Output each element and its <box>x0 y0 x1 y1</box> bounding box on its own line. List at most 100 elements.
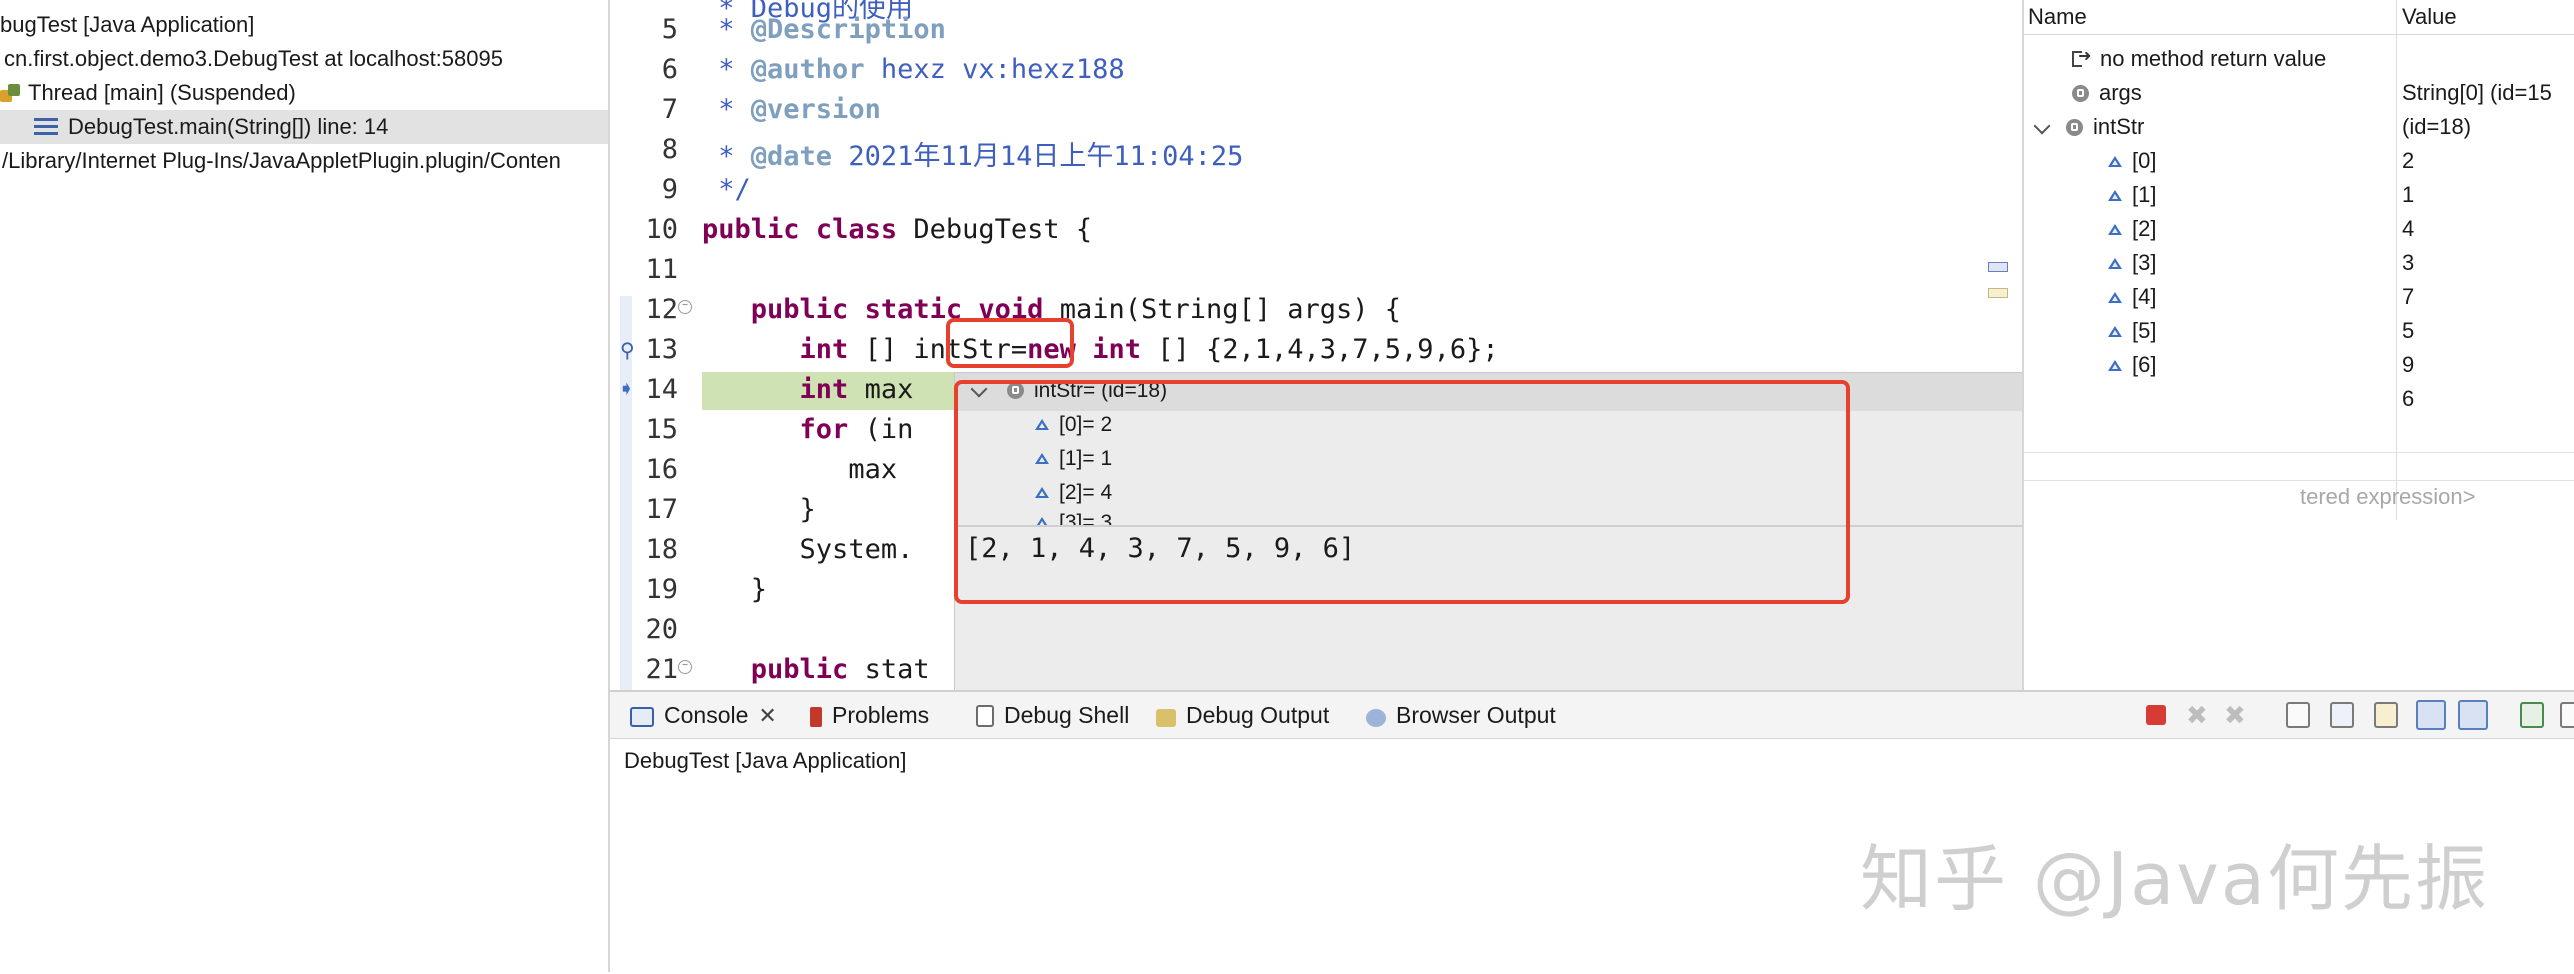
chevron-down-icon[interactable] <box>2033 117 2051 135</box>
code-line: */ <box>702 174 751 205</box>
remove-launch-button[interactable]: ✖ <box>2186 702 2212 728</box>
variable-row[interactable]: [5] <box>2108 318 2156 344</box>
code-line: * @date 2021年11月14日上午11:04:25 <box>702 141 1244 172</box>
code-line: public stat <box>750 654 930 685</box>
clear-console-button[interactable] <box>2286 702 2310 728</box>
show-console-stdout-button[interactable] <box>2416 700 2446 730</box>
close-icon[interactable]: ✕ <box>758 703 776 728</box>
code-line: System. <box>799 534 914 565</box>
line-number: 9 <box>661 174 678 205</box>
variable-value: (id=18) <box>2402 114 2472 139</box>
code-line: * @Description <box>702 14 946 45</box>
variable-row[interactable]: [1] <box>2108 182 2156 208</box>
terminate-button[interactable] <box>2146 705 2166 725</box>
line-number: 10 <box>645 214 678 245</box>
code-line: public class DebugTest { <box>702 214 1093 245</box>
launch-item[interactable]: bugTest [Java Application] <box>0 8 254 42</box>
debug-view: bugTest [Java Application] cn.first.obje… <box>0 0 610 972</box>
stack-frame-item[interactable]: DebugTest.main(String[]) line: 14 <box>0 110 608 144</box>
tab-debug-output[interactable]: Debug Output <box>1156 692 1329 738</box>
name-column-header[interactable]: Name <box>2028 4 2087 30</box>
line-number: 16 <box>645 454 678 485</box>
code-line: } <box>750 574 768 605</box>
tab-browser-output[interactable]: Browser Output <box>1366 692 1556 738</box>
line-number: 17 <box>645 494 678 525</box>
instruction-pointer-icon: ➧ <box>618 378 635 400</box>
code-line: for (in <box>799 414 914 445</box>
line-number: 11 <box>645 254 678 285</box>
variable-row[interactable]: [4] <box>2108 284 2156 310</box>
watch-point-icon: ⚲ <box>620 340 635 362</box>
code-line: * @version <box>702 94 881 125</box>
line-number: 7 <box>661 94 678 125</box>
variable-row[interactable]: args <box>2072 80 2142 106</box>
variable-value: 3 <box>2402 250 2415 275</box>
tab-problems[interactable]: Problems <box>810 692 929 738</box>
variable-row[interactable]: [0] <box>2108 148 2156 174</box>
return-value-icon <box>2070 46 2092 69</box>
annotation-highlight <box>954 380 1850 604</box>
variable-value: 4 <box>2402 216 2415 241</box>
scroll-lock-button[interactable] <box>2330 702 2354 728</box>
line-number: 6 <box>661 54 678 85</box>
code-line: max <box>848 454 898 485</box>
code-line: int max <box>799 374 914 405</box>
local-variable-icon <box>2066 119 2083 136</box>
variable-value: 7 <box>2402 284 2415 309</box>
row-divider <box>2024 480 2574 481</box>
array-element-icon <box>2108 326 2122 337</box>
fold-icon[interactable]: − <box>678 300 692 314</box>
line-number: 5 <box>661 14 678 45</box>
debug-output-icon <box>1156 709 1176 727</box>
variable-row[interactable]: no method return value <box>2070 46 2326 72</box>
add-expression-hint[interactable]: tered expression> <box>2300 484 2476 510</box>
variable-value: String[0] (id=15 <box>2402 80 2552 105</box>
variable-row[interactable]: intStr <box>2032 114 2144 140</box>
variable-value: 1 <box>2402 182 2415 207</box>
row-divider <box>2024 452 2574 453</box>
array-element-icon <box>2108 258 2122 269</box>
array-element-icon <box>2108 360 2122 371</box>
tab-debug-shell[interactable]: Debug Shell <box>976 692 1129 738</box>
array-element-icon <box>2108 190 2122 201</box>
array-element-icon <box>2108 292 2122 303</box>
array-element-icon <box>2108 224 2122 235</box>
pin-console-button[interactable] <box>2520 702 2544 728</box>
local-variable-icon <box>2072 85 2089 102</box>
line-number: 12 <box>645 294 678 325</box>
annotation-highlight <box>946 318 1074 368</box>
open-console-button[interactable] <box>2560 702 2574 728</box>
debug-shell-icon <box>976 705 994 727</box>
thread-suspended-icon <box>0 82 22 104</box>
line-number: 8 <box>661 134 678 165</box>
fold-icon[interactable]: − <box>678 660 692 674</box>
variable-value: 2 <box>2402 148 2415 173</box>
occurrence-marker[interactable] <box>1988 288 2008 298</box>
show-console-stderr-button[interactable] <box>2458 700 2488 730</box>
vm-item[interactable]: cn.first.object.demo3.DebugTest at local… <box>4 42 503 76</box>
value-column-header[interactable]: Value <box>2402 4 2457 30</box>
variable-value: 5 <box>2402 318 2415 343</box>
column-separator[interactable] <box>2396 0 2397 520</box>
code-line: } <box>799 494 816 525</box>
code-line: * @author hexz vx:hexz188 <box>702 54 1125 85</box>
stack-frame-icon <box>34 118 58 136</box>
occurrence-marker[interactable] <box>1988 262 2008 272</box>
variables-view: Name Value no method return value args S… <box>2022 0 2574 690</box>
remove-all-button[interactable]: ✖ <box>2224 702 2250 728</box>
line-number-gutter[interactable]: 5 6 7 8 9 10 11 12 13 14 15 16 17 18 19 … <box>610 0 692 690</box>
console-title: DebugTest [Java Application] <box>624 748 907 773</box>
variable-row[interactable]: [3] <box>2108 250 2156 276</box>
tab-console[interactable]: Console ✕ <box>630 692 777 738</box>
console-icon <box>630 707 654 727</box>
thread-item[interactable]: Thread [main] (Suspended) <box>0 76 296 110</box>
array-element-icon <box>2108 156 2122 167</box>
word-wrap-button[interactable] <box>2374 702 2398 728</box>
variable-row[interactable]: [6] <box>2108 352 2156 378</box>
browser-output-icon <box>1366 709 1386 727</box>
line-number: 20 <box>645 614 678 645</box>
watermark: 知乎 @Java何先振 <box>1860 837 2489 921</box>
line-number: 19 <box>645 574 678 605</box>
variable-row[interactable]: [2] <box>2108 216 2156 242</box>
jre-item[interactable]: /Library/Internet Plug-Ins/JavaAppletPlu… <box>2 144 561 178</box>
